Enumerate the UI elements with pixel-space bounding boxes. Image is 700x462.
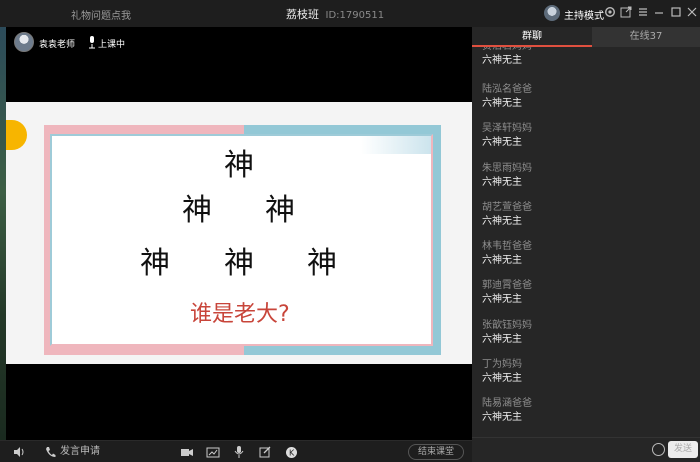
shen-character: 神 [140, 246, 170, 281]
phone-icon[interactable] [45, 446, 56, 458]
host-avatar[interactable] [544, 5, 560, 21]
list-item: 林韦哲爸爸 六神无主 [482, 241, 692, 267]
list-item: 胡艺萱爸爸 六神无主 [482, 202, 692, 228]
maximize-icon[interactable] [670, 6, 682, 18]
message-sender: 陆易涵爸爸 [482, 398, 532, 409]
message-sender: 贺泊君妈妈 [482, 47, 692, 55]
message-text: 六神无主 [482, 216, 522, 227]
message-text: 六神无主 [482, 334, 522, 345]
message-sender: 林韦哲爸爸 [482, 241, 532, 252]
courseware-slide: 神 神 神 神 神 神 谁是老大? [6, 102, 472, 364]
teacher-avatar[interactable] [14, 32, 34, 52]
menu-icon[interactable] [637, 6, 649, 18]
minimize-icon[interactable] [653, 6, 665, 18]
class-id: ID:1790511 [325, 10, 385, 21]
message-sender: 丁为妈妈 [482, 359, 522, 370]
close-icon[interactable] [686, 6, 698, 18]
list-item: 陆泓名爸爸 六神无主 [482, 84, 692, 110]
message-text: 六神无主 [482, 98, 522, 109]
microphone-toggle-icon[interactable] [234, 446, 244, 458]
settings-icon[interactable] [604, 6, 616, 18]
popout-icon[interactable] [620, 6, 632, 18]
chat-tabs: 群聊 在线37 [472, 27, 700, 47]
message-sender: 郭迪霄爸爸 [482, 280, 532, 291]
camera-icon[interactable] [180, 446, 194, 458]
message-text: 六神无主 [482, 412, 522, 423]
chat-panel: 群聊 在线37 贺泊君妈妈 六神无主 陆泓名爸爸 六神无主 吴泽轩妈妈 六神无主… [472, 27, 700, 462]
microphone-icon [88, 34, 96, 49]
message-sender: 陆泓名爸爸 [482, 84, 532, 95]
message-text: 六神无主 [482, 294, 522, 305]
message-text: 六神无主 [482, 177, 522, 188]
send-button[interactable]: 发送 [668, 441, 698, 458]
k-tool-icon[interactable]: K [285, 446, 298, 458]
shen-character: 神 [265, 193, 295, 228]
message-sender: 朱思雨妈妈 [482, 163, 532, 174]
slide-side-tab[interactable] [6, 120, 27, 150]
class-name: 荔枝班 [286, 8, 319, 21]
message-text: 六神无主 [482, 55, 522, 66]
title-bar: 礼物问题点我 荔枝班 ID:1790511 主持模式 [0, 0, 700, 27]
message-list[interactable]: 贺泊君妈妈 六神无主 陆泓名爸爸 六神无主 吴泽轩妈妈 六神无主 朱思雨妈妈 六… [472, 47, 700, 437]
message-text: 六神无主 [482, 137, 522, 148]
edit-icon[interactable] [259, 446, 271, 458]
list-item: 吴泽轩妈妈 六神无主 [482, 123, 692, 149]
message-text: 六神无主 [482, 373, 522, 384]
class-title: 荔枝班 ID:1790511 [286, 6, 384, 22]
svg-text:K: K [289, 449, 295, 458]
message-sender: 吴泽轩妈妈 [482, 123, 532, 134]
screen-share-icon[interactable] [206, 446, 220, 458]
slide-question: 谁是老大? [190, 302, 290, 327]
message-text: 六神无主 [482, 255, 522, 266]
speak-request-button[interactable]: 发言申请 [60, 446, 100, 458]
tab-group-chat[interactable]: 群聊 [472, 27, 592, 47]
host-mode-label[interactable]: 主持模式 [564, 7, 604, 22]
shen-character: 神 [224, 246, 254, 281]
emoji-icon[interactable] [652, 443, 665, 456]
class-status: 上课中 [98, 40, 126, 50]
list-item: 朱思雨妈妈 六神无主 [482, 163, 692, 189]
gift-help-link[interactable]: 礼物问题点我 [71, 7, 131, 22]
bottom-toolbar: 发言申请 K 结束课堂 [0, 440, 472, 462]
speaker-icon[interactable] [13, 446, 25, 458]
message-sender: 张歆钰妈妈 [482, 320, 532, 331]
teacher-name: 袁袁老师 [39, 40, 76, 50]
end-class-button[interactable]: 结束课堂 [408, 444, 464, 460]
shen-character: 神 [182, 193, 212, 228]
list-item: 郭迪霄爸爸 六神无主 [482, 280, 692, 306]
list-item: 丁为妈妈 六神无主 [482, 359, 692, 385]
list-item: 陆易涵爸爸 六神无主 [482, 398, 692, 424]
shen-character: 神 [307, 246, 337, 281]
chat-input-bar[interactable]: 发送 [472, 437, 700, 462]
list-item: 张歆钰妈妈 六神无主 [482, 320, 692, 346]
tab-online[interactable]: 在线37 [592, 27, 700, 47]
shen-character: 神 [224, 148, 254, 183]
list-item: 贺泊君妈妈 六神无主 [482, 47, 692, 67]
message-sender: 胡艺萱爸爸 [482, 202, 532, 213]
slide-glare [361, 136, 431, 154]
video-stage: 袁袁老师 上课中 神 神 神 神 神 神 谁是老大? [0, 27, 472, 440]
